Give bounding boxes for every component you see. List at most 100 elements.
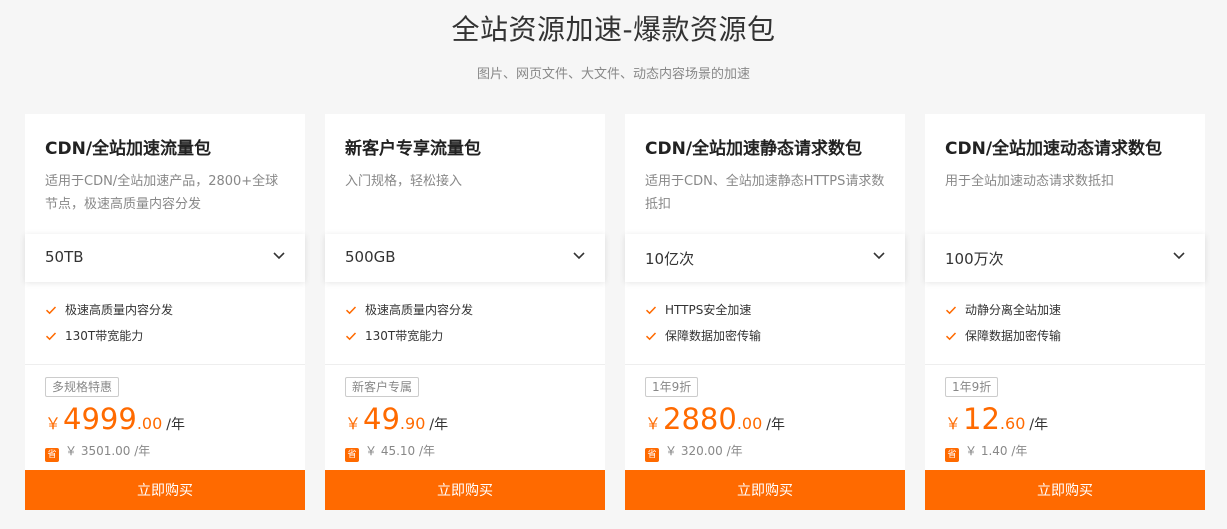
price-unit: /年 (429, 417, 449, 433)
divider (625, 364, 905, 365)
feature-item: HTTPS安全加速 (645, 300, 885, 326)
check-icon (945, 332, 957, 341)
feature-item: 动静分离全站加速 (945, 300, 1185, 326)
feature-label: 保障数据加密传输 (965, 329, 1062, 343)
currency-symbol: ￥ (945, 414, 962, 433)
currency-symbol: ￥ (45, 414, 62, 433)
feature-list: 极速高质量内容分发 130T带宽能力 (345, 300, 585, 352)
promo-badge: 多规格特惠 (45, 377, 120, 397)
spec-select-value: 50TB (45, 248, 84, 266)
package-cards: CDN/全站加速流量包 适用于CDN/全站加速产品，2800+全球节点，极速高质… (25, 114, 1205, 510)
chevron-down-icon (873, 252, 885, 260)
save-icon: 省 (345, 448, 359, 462)
package-name: CDN/全站加速静态请求数包 (645, 139, 863, 159)
chevron-down-icon (273, 252, 285, 260)
feature-item: 保障数据加密传输 (945, 326, 1185, 352)
divider (325, 364, 605, 365)
spec-select[interactable]: 100万次 (925, 234, 1205, 282)
savings-amount: ￥ 320.00 /年 (665, 444, 743, 458)
currency-symbol: ￥ (645, 414, 662, 433)
page-subtitle: 图片、网页文件、大文件、动态内容场景的加速 (476, 67, 750, 82)
buy-now-button[interactable]: 立即购买 (25, 470, 305, 510)
package-name: 新客户专享流量包 (345, 139, 481, 159)
card-header: CDN/全站加速静态请求数包 适用于CDN、全站加速静态HTTPS请求数抵扣 (625, 114, 905, 234)
savings: 省 ￥ 3501.00 /年 (45, 442, 150, 462)
spec-select[interactable]: 10亿次 (625, 234, 905, 282)
feature-label: 130T带宽能力 (365, 329, 444, 343)
feature-list: 动静分离全站加速 保障数据加密传输 (945, 300, 1185, 352)
currency-symbol: ￥ (345, 414, 362, 433)
promo-badge: 1年9折 (645, 377, 699, 397)
package-card: CDN/全站加速静态请求数包 适用于CDN、全站加速静态HTTPS请求数抵扣 1… (625, 114, 905, 510)
price: ￥49.90/年 (345, 402, 448, 436)
feature-label: 极速高质量内容分发 (65, 303, 174, 317)
card-header: 新客户专享流量包 入门规格，轻松接入 (325, 114, 605, 234)
package-description: 适用于CDN、全站加速静态HTTPS请求数抵扣 (645, 174, 885, 212)
price-unit: /年 (1029, 417, 1049, 433)
divider (925, 364, 1205, 365)
spec-select[interactable]: 50TB (25, 234, 305, 282)
feature-item: 极速高质量内容分发 (345, 300, 585, 326)
price: ￥12.60/年 (945, 402, 1048, 436)
save-icon: 省 (945, 448, 959, 462)
price-integer: 4999 (63, 402, 137, 436)
feature-list: 极速高质量内容分发 130T带宽能力 (45, 300, 285, 352)
check-icon (645, 332, 657, 341)
feature-item: 130T带宽能力 (345, 326, 585, 352)
savings-amount: ￥ 3501.00 /年 (65, 444, 151, 458)
spec-select[interactable]: 500GB (325, 234, 605, 282)
price-unit: /年 (766, 417, 785, 433)
savings-amount: ￥ 45.10 /年 (365, 444, 436, 458)
card-header: CDN/全站加速流量包 适用于CDN/全站加速产品，2800+全球节点，极速高质… (25, 114, 305, 234)
check-icon (45, 306, 57, 315)
spec-select-value: 100万次 (945, 250, 1004, 268)
divider (25, 364, 305, 365)
price-decimal: .00 (736, 414, 763, 433)
feature-item: 极速高质量内容分发 (45, 300, 285, 326)
package-description: 用于全站加速动态请求数抵扣 (945, 174, 1115, 189)
chevron-down-icon (573, 252, 585, 260)
feature-label: HTTPS安全加速 (665, 303, 752, 317)
save-icon: 省 (645, 448, 659, 462)
feature-label: 极速高质量内容分发 (365, 303, 474, 317)
savings: 省 ￥ 320.00 /年 (645, 442, 743, 462)
check-icon (345, 306, 357, 315)
page-title: 全站资源加速-爆款资源包 (451, 13, 776, 46)
feature-list: HTTPS安全加速 保障数据加密传输 (645, 300, 885, 352)
save-icon: 省 (45, 448, 59, 462)
feature-label: 动静分离全站加速 (965, 303, 1062, 317)
check-icon (345, 332, 357, 341)
price-integer: 49 (363, 402, 400, 436)
package-card: 新客户专享流量包 入门规格，轻松接入 500GB 极速高质量内容分发 130T带… (325, 114, 605, 510)
package-name: CDN/全站加速动态请求数包 (945, 139, 1163, 159)
buy-now-button[interactable]: 立即购买 (325, 470, 605, 510)
feature-item: 130T带宽能力 (45, 326, 285, 352)
price-integer: 2880 (663, 402, 737, 436)
price-unit: /年 (166, 417, 185, 433)
package-card: CDN/全站加速流量包 适用于CDN/全站加速产品，2800+全球节点，极速高质… (25, 114, 305, 510)
buy-now-button[interactable]: 立即购买 (925, 470, 1205, 510)
chevron-down-icon (1173, 252, 1185, 260)
package-description: 入门规格，轻松接入 (345, 174, 463, 189)
spec-select-value: 10亿次 (645, 250, 695, 268)
spec-select-value: 500GB (345, 248, 396, 266)
price-decimal: .60 (999, 414, 1026, 433)
price: ￥2880.00/年 (645, 402, 785, 436)
feature-item: 保障数据加密传输 (645, 326, 885, 352)
package-card: CDN/全站加速动态请求数包 用于全站加速动态请求数抵扣 100万次 动静分离全… (925, 114, 1205, 510)
promo-badge: 新客户专属 (345, 377, 420, 397)
promo-badge: 1年9折 (945, 377, 999, 397)
price-decimal: .00 (136, 414, 163, 433)
check-icon (645, 306, 657, 315)
package-name: CDN/全站加速流量包 (45, 139, 212, 159)
savings: 省 ￥ 1.40 /年 (945, 442, 1027, 462)
savings-amount: ￥ 1.40 /年 (965, 444, 1028, 458)
package-description: 适用于CDN/全站加速产品，2800+全球节点，极速高质量内容分发 (45, 174, 279, 212)
card-header: CDN/全站加速动态请求数包 用于全站加速动态请求数抵扣 (925, 114, 1205, 234)
feature-label: 130T带宽能力 (65, 329, 144, 343)
price: ￥4999.00/年 (45, 402, 185, 436)
savings: 省 ￥ 45.10 /年 (345, 442, 435, 462)
price-integer: 12 (963, 402, 1000, 436)
buy-now-button[interactable]: 立即购买 (625, 470, 905, 510)
check-icon (45, 332, 57, 341)
